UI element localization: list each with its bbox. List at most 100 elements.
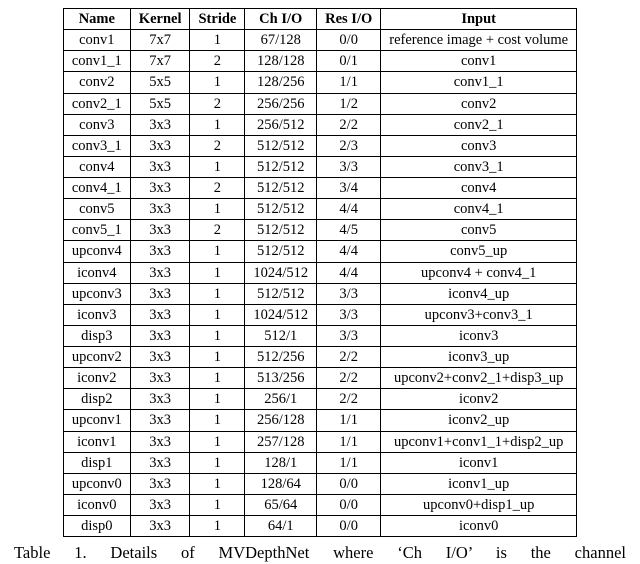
- cell-kernel: 3x3: [130, 452, 190, 473]
- cell-name: iconv3: [63, 304, 130, 325]
- col-resio: Res I/O: [317, 9, 381, 30]
- architecture-table: Name Kernel Stride Ch I/O Res I/O Input …: [63, 8, 577, 537]
- cell-chio: 512/256: [245, 347, 317, 368]
- cell-name: conv1_1: [63, 51, 130, 72]
- cell-resio: 0/0: [317, 494, 381, 515]
- cell-chio: 512/512: [245, 135, 317, 156]
- table-header-row: Name Kernel Stride Ch I/O Res I/O Input: [63, 9, 576, 30]
- cell-input: conv2: [381, 93, 577, 114]
- cell-chio: 513/256: [245, 368, 317, 389]
- table-row: conv1_17x72128/1280/1conv1: [63, 51, 576, 72]
- table-head: Name Kernel Stride Ch I/O Res I/O Input: [63, 9, 576, 30]
- cell-stride: 1: [190, 241, 245, 262]
- cell-input: conv1_1: [381, 72, 577, 93]
- cell-input: upconv4 + conv4_1: [381, 262, 577, 283]
- cell-chio: 512/512: [245, 220, 317, 241]
- table-row: conv5_13x32512/5124/5conv5: [63, 220, 576, 241]
- table-caption: Table 1. Details of MVDepthNet where ‘Ch…: [14, 542, 626, 564]
- table-row: upconv33x31512/5123/3iconv4_up: [63, 283, 576, 304]
- cell-name: conv1: [63, 30, 130, 51]
- cell-name: upconv1: [63, 410, 130, 431]
- cell-kernel: 3x3: [130, 347, 190, 368]
- cell-stride: 1: [190, 494, 245, 515]
- cell-kernel: 3x3: [130, 516, 190, 537]
- cell-chio: 1024/512: [245, 304, 317, 325]
- cell-resio: 1/1: [317, 431, 381, 452]
- cell-kernel: 3x3: [130, 199, 190, 220]
- table-row: disp03x3164/10/0iconv0: [63, 516, 576, 537]
- page-container: Name Kernel Stride Ch I/O Res I/O Input …: [0, 0, 640, 564]
- cell-resio: 2/2: [317, 114, 381, 135]
- table-row: conv3_13x32512/5122/3conv3: [63, 135, 576, 156]
- cell-chio: 65/64: [245, 494, 317, 515]
- col-input: Input: [381, 9, 577, 30]
- table-row: conv53x31512/5124/4conv4_1: [63, 199, 576, 220]
- col-kernel: Kernel: [130, 9, 190, 30]
- cell-resio: 3/3: [317, 325, 381, 346]
- cell-name: iconv0: [63, 494, 130, 515]
- cell-name: upconv3: [63, 283, 130, 304]
- table-row: conv2_15x52256/2561/2conv2: [63, 93, 576, 114]
- cell-chio: 64/1: [245, 516, 317, 537]
- cell-stride: 1: [190, 431, 245, 452]
- cell-chio: 128/64: [245, 473, 317, 494]
- cell-name: conv2: [63, 72, 130, 93]
- cell-input: conv4_1: [381, 199, 577, 220]
- cell-stride: 1: [190, 114, 245, 135]
- col-chio: Ch I/O: [245, 9, 317, 30]
- table-row: conv4_13x32512/5123/4conv4: [63, 178, 576, 199]
- table-row: upconv13x31256/1281/1iconv2_up: [63, 410, 576, 431]
- table-row: iconv23x31513/2562/2upconv2+conv2_1+disp…: [63, 368, 576, 389]
- cell-name: conv5: [63, 199, 130, 220]
- cell-resio: 3/3: [317, 283, 381, 304]
- cell-chio: 257/128: [245, 431, 317, 452]
- cell-stride: 1: [190, 304, 245, 325]
- cell-stride: 2: [190, 51, 245, 72]
- table-row: disp13x31128/11/1iconv1: [63, 452, 576, 473]
- cell-name: disp2: [63, 389, 130, 410]
- cell-kernel: 3x3: [130, 494, 190, 515]
- cell-input: conv5_up: [381, 241, 577, 262]
- table-row: conv33x31256/5122/2conv2_1: [63, 114, 576, 135]
- cell-input: conv1: [381, 51, 577, 72]
- cell-input: upconv2+conv2_1+disp3_up: [381, 368, 577, 389]
- table-body: conv17x7167/1280/0reference image + cost…: [63, 30, 576, 537]
- cell-input: reference image + cost volume: [381, 30, 577, 51]
- cell-chio: 512/512: [245, 241, 317, 262]
- cell-input: conv3: [381, 135, 577, 156]
- cell-stride: 1: [190, 347, 245, 368]
- cell-kernel: 3x3: [130, 283, 190, 304]
- cell-resio: 0/0: [317, 516, 381, 537]
- cell-kernel: 3x3: [130, 325, 190, 346]
- cell-name: upconv4: [63, 241, 130, 262]
- cell-kernel: 3x3: [130, 304, 190, 325]
- cell-stride: 1: [190, 283, 245, 304]
- cell-resio: 2/2: [317, 389, 381, 410]
- cell-stride: 1: [190, 473, 245, 494]
- cell-name: conv4_1: [63, 178, 130, 199]
- cell-stride: 1: [190, 262, 245, 283]
- cell-name: conv5_1: [63, 220, 130, 241]
- cell-chio: 128/1: [245, 452, 317, 473]
- cell-resio: 0/0: [317, 473, 381, 494]
- cell-input: upconv1+conv1_1+disp2_up: [381, 431, 577, 452]
- cell-name: conv3_1: [63, 135, 130, 156]
- cell-stride: 2: [190, 178, 245, 199]
- table-row: iconv13x31257/1281/1upconv1+conv1_1+disp…: [63, 431, 576, 452]
- cell-input: iconv3: [381, 325, 577, 346]
- cell-stride: 1: [190, 410, 245, 431]
- cell-kernel: 3x3: [130, 262, 190, 283]
- table-row: upconv43x31512/5124/4conv5_up: [63, 241, 576, 262]
- table-row: conv25x51128/2561/1conv1_1: [63, 72, 576, 93]
- cell-resio: 4/4: [317, 241, 381, 262]
- cell-chio: 67/128: [245, 30, 317, 51]
- cell-resio: 0/0: [317, 30, 381, 51]
- cell-resio: 1/1: [317, 452, 381, 473]
- cell-name: conv3: [63, 114, 130, 135]
- cell-stride: 1: [190, 452, 245, 473]
- cell-name: upconv0: [63, 473, 130, 494]
- cell-name: iconv4: [63, 262, 130, 283]
- cell-name: upconv2: [63, 347, 130, 368]
- cell-kernel: 3x3: [130, 135, 190, 156]
- cell-input: upconv0+disp1_up: [381, 494, 577, 515]
